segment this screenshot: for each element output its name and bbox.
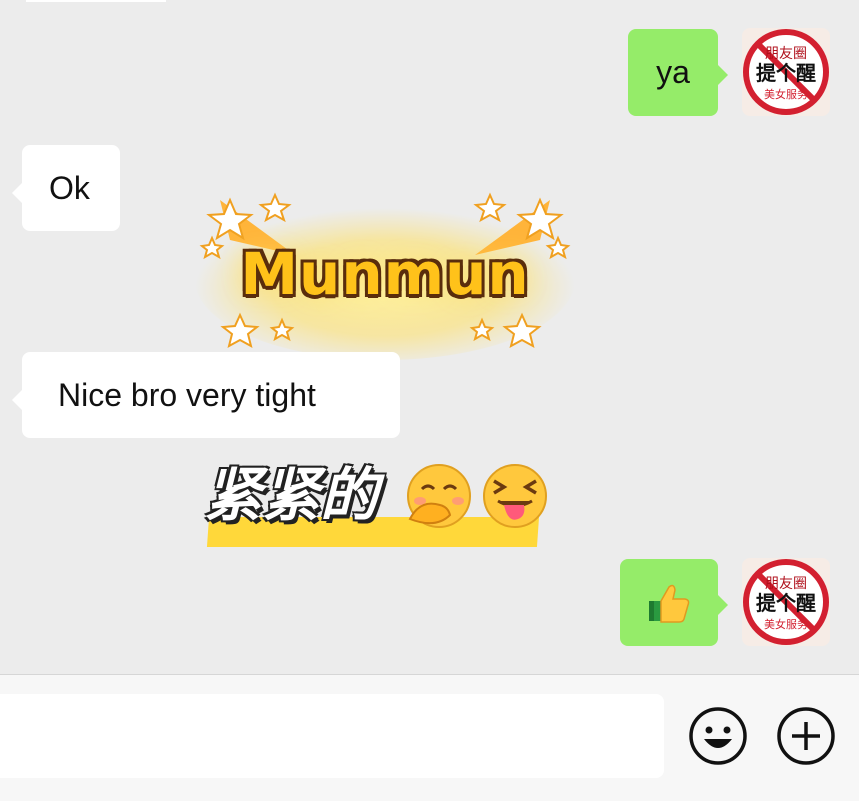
- message-input[interactable]: [0, 694, 664, 778]
- stamp-line3: 美女服务: [764, 87, 808, 101]
- reminder-stamp-avatar-icon: 朋友圈 提个醒 美女服务: [743, 29, 829, 115]
- stamp-line3: 美女服务: [764, 617, 808, 631]
- message-text: ya: [656, 54, 690, 90]
- outgoing-message-bubble[interactable]: ya: [628, 29, 728, 116]
- emoji-button[interactable]: [687, 705, 749, 767]
- stamp-line2: 提个醒: [756, 591, 816, 615]
- squinting-tongue-emoji: [483, 464, 547, 528]
- outgoing-message-bubble[interactable]: [620, 559, 728, 646]
- incoming-message-bubble[interactable]: Nice bro very tight: [12, 352, 400, 438]
- sticker-text: Munmun: [240, 240, 530, 308]
- stamp-line1: 朋友圈: [765, 576, 807, 592]
- thumbs-up-icon: [649, 584, 690, 623]
- tight-sticker[interactable]: 紧紧的: [204, 455, 554, 565]
- reminder-stamp-avatar-icon: 朋友圈 提个醒 美女服务: [743, 559, 829, 645]
- more-options-button[interactable]: [775, 705, 837, 767]
- user-avatar[interactable]: 朋友圈 提个醒 美女服务: [742, 558, 830, 646]
- previous-message-edge: [26, 0, 166, 2]
- user-avatar[interactable]: 朋友圈 提个醒 美女服务: [742, 28, 830, 116]
- stamp-line2: 提个醒: [756, 61, 816, 85]
- sticker-text: 紧紧的: [204, 461, 379, 529]
- plus-icon: [777, 707, 835, 765]
- smiley-icon: [689, 707, 747, 765]
- hand-over-mouth-emoji: [407, 464, 471, 528]
- message-text: Ok: [49, 169, 90, 206]
- message-text: Nice bro very tight: [58, 376, 316, 413]
- stamp-line1: 朋友圈: [765, 46, 807, 62]
- munmun-sticker[interactable]: Munmun: [190, 180, 580, 360]
- incoming-message-bubble[interactable]: Ok: [12, 145, 120, 231]
